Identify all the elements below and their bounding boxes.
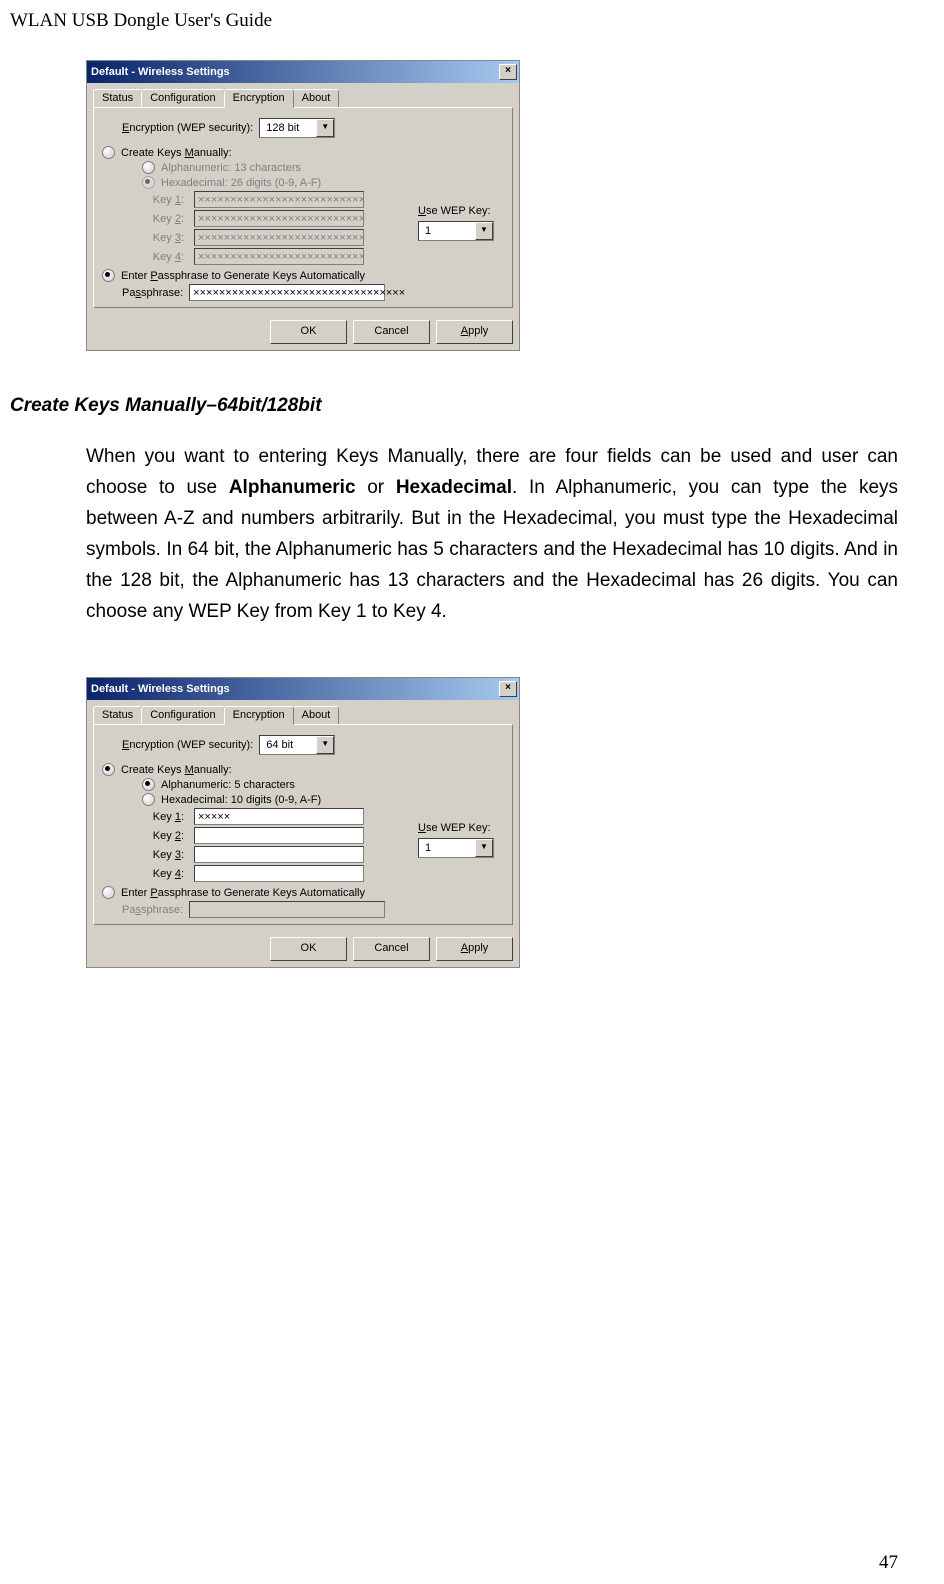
doc-header: WLAN USB Dongle User's Guide — [10, 10, 898, 32]
key1-input: ×××××××××××××××××××××××××× — [194, 191, 364, 208]
tab-status[interactable]: Status — [93, 89, 142, 107]
titlebar[interactable]: Default - Wireless Settings × — [87, 678, 519, 700]
encryption-label: Encryption (WEP security): — [122, 122, 253, 134]
use-wep-select[interactable]: 1 ▼ — [418, 221, 494, 241]
radio-create-manually[interactable] — [102, 146, 115, 159]
close-icon[interactable]: × — [499, 64, 517, 80]
radio-create-manually[interactable] — [102, 763, 115, 776]
key4-label: Key 4: — [142, 868, 184, 880]
radio-passphrase[interactable] — [102, 269, 115, 282]
key4-input: ×××××××××××××××××××××××××× — [194, 248, 364, 265]
apply-button[interactable]: Apply — [436, 937, 513, 961]
key1-label: Key 1: — [142, 194, 184, 206]
passphrase-label: Passphrase: — [122, 904, 183, 916]
use-wep-select[interactable]: 1 ▼ — [418, 838, 494, 858]
chevron-down-icon[interactable]: ▼ — [475, 839, 493, 857]
dialog-wireless-settings-1: Default - Wireless Settings × Status Con… — [86, 60, 520, 351]
tab-status[interactable]: Status — [93, 706, 142, 724]
key2-input[interactable] — [194, 827, 364, 844]
ok-button[interactable]: OK — [270, 320, 347, 344]
radio-alphanumeric — [142, 161, 155, 174]
chevron-down-icon[interactable]: ▼ — [316, 736, 334, 754]
window-title: Default - Wireless Settings — [91, 683, 230, 695]
dialog-wireless-settings-2: Default - Wireless Settings × Status Con… — [86, 677, 520, 968]
encryption-value: 128 bit — [260, 122, 316, 134]
use-wep-value: 1 — [419, 842, 475, 854]
encryption-value: 64 bit — [260, 739, 316, 751]
key3-label: Key 3: — [142, 232, 184, 244]
tab-about[interactable]: About — [293, 706, 340, 724]
key1-label: Key 1: — [142, 811, 184, 823]
key4-label: Key 4: — [142, 251, 184, 263]
window-title: Default - Wireless Settings — [91, 66, 230, 78]
apply-button[interactable]: Apply — [436, 320, 513, 344]
body-paragraph: When you want to entering Keys Manually,… — [86, 441, 898, 627]
use-wep-value: 1 — [419, 225, 475, 237]
hexadecimal-label: Hexadecimal: 26 digits (0-9, A-F) — [161, 177, 321, 189]
hexadecimal-label: Hexadecimal: 10 digits (0-9, A-F) — [161, 794, 321, 806]
encryption-label: Encryption (WEP security): — [122, 739, 253, 751]
titlebar[interactable]: Default - Wireless Settings × — [87, 61, 519, 83]
chevron-down-icon[interactable]: ▼ — [475, 222, 493, 240]
tab-encryption[interactable]: Encryption — [224, 89, 294, 108]
tab-about[interactable]: About — [293, 89, 340, 107]
radio-passphrase[interactable] — [102, 886, 115, 899]
section-heading: Create Keys Manually–64bit/128bit — [10, 395, 898, 417]
close-icon[interactable]: × — [499, 681, 517, 697]
radio-hexadecimal — [142, 176, 155, 189]
encryption-select[interactable]: 128 bit ▼ — [259, 118, 335, 138]
use-wep-label: Use WEP Key: — [418, 205, 494, 217]
alphanumeric-label: Alphanumeric: 13 characters — [161, 162, 301, 174]
key2-label: Key 2: — [142, 830, 184, 842]
key3-label: Key 3: — [142, 849, 184, 861]
cancel-button[interactable]: Cancel — [353, 937, 430, 961]
tab-configuration[interactable]: Configuration — [141, 89, 224, 107]
radio-hexadecimal[interactable] — [142, 793, 155, 806]
use-wep-label: Use WEP Key: — [418, 822, 494, 834]
page-number: 47 — [879, 1552, 898, 1574]
key4-input[interactable] — [194, 865, 364, 882]
key3-input: ×××××××××××××××××××××××××× — [194, 229, 364, 246]
chevron-down-icon[interactable]: ▼ — [316, 119, 334, 137]
ok-button[interactable]: OK — [270, 937, 347, 961]
key1-input[interactable]: ××××× — [194, 808, 364, 825]
passphrase-label: Passphrase: — [122, 287, 183, 299]
passphrase-input — [189, 901, 385, 918]
key2-input: ×××××××××××××××××××××××××× — [194, 210, 364, 227]
passphrase-input[interactable]: ××××××××××××××××××××××××××××××××× — [189, 284, 385, 301]
key2-label: Key 2: — [142, 213, 184, 225]
tab-encryption[interactable]: Encryption — [224, 706, 294, 725]
passphrase-option-label: Enter Passphrase to Generate Keys Automa… — [121, 887, 365, 899]
radio-alphanumeric[interactable] — [142, 778, 155, 791]
cancel-button[interactable]: Cancel — [353, 320, 430, 344]
passphrase-option-label: Enter Passphrase to Generate Keys Automa… — [121, 270, 365, 282]
encryption-select[interactable]: 64 bit ▼ — [259, 735, 335, 755]
create-manually-label: Create Keys Manually: — [121, 147, 232, 159]
create-manually-label: Create Keys Manually: — [121, 764, 232, 776]
tab-configuration[interactable]: Configuration — [141, 706, 224, 724]
key3-input[interactable] — [194, 846, 364, 863]
alphanumeric-label: Alphanumeric: 5 characters — [161, 779, 295, 791]
